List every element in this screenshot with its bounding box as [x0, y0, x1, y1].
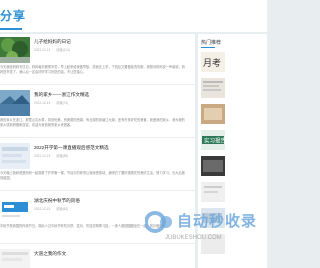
- post-date: 2022-12-13: [34, 101, 51, 105]
- sidebar-thumbnail[interactable]: [201, 182, 225, 202]
- sidebar-item[interactable]: [201, 156, 265, 178]
- post-views: 阅读(62): [56, 207, 69, 211]
- sidebar-item-text[interactable]: [228, 54, 264, 70]
- post-meta: 2022-12-13 阅读(85): [34, 153, 73, 158]
- divider: [0, 190, 195, 191]
- post-title[interactable]: 我的家乡——浙江作文精选: [34, 92, 89, 98]
- post-views: 阅读(114): [56, 48, 70, 52]
- post-thumbnail[interactable]: [0, 249, 30, 268]
- sidebar-item-text[interactable]: [228, 184, 264, 200]
- divider: [0, 137, 195, 138]
- post-thumbnail[interactable]: [0, 90, 30, 116]
- sidebar-item[interactable]: 实习报告: [201, 130, 265, 152]
- post-excerpt: 我的家乡在浙江，那里山清水秀，风景优美，有美丽的西湖，有壮观的钱塘江大潮，还有许…: [0, 118, 185, 127]
- post-excerpt: 今天晚上我和爸爸妈妈一起观看了开学第一课，节目中的故事让我深受感动，我明白了要珍…: [0, 171, 185, 180]
- section-title-underline: [0, 28, 22, 30]
- post-meta: 2022-12-13 阅读(62): [34, 206, 73, 211]
- sidebar-thumbnail[interactable]: 实习报告: [201, 130, 225, 150]
- sidebar-thumbnail[interactable]: [201, 104, 225, 124]
- sidebar-heading: 热门推荐: [201, 40, 222, 46]
- post-thumbnail[interactable]: [0, 37, 30, 63]
- post-meta: 2022-12-13 阅读(114): [34, 47, 75, 52]
- sidebar-thumbnail[interactable]: 月考: [201, 52, 225, 72]
- svg-text:月考: 月考: [203, 58, 221, 69]
- sidebar-item[interactable]: [201, 104, 265, 126]
- sidebar-item[interactable]: [201, 78, 265, 100]
- post-thumbnail[interactable]: [0, 143, 30, 169]
- post-excerpt: 今天我给妈妈写日记，妈妈每天都很辛苦，早上起来给我做早饭，送我去上学，下班后又要…: [0, 65, 185, 74]
- svg-text:实习报告: 实习报告: [204, 137, 225, 145]
- watermark-name: 自动秒收录: [177, 213, 258, 230]
- watermark: 自动秒收录 JUBUKESHOU.COM: [145, 208, 258, 248]
- sidebar-item-text[interactable]: [228, 132, 264, 148]
- sidebar-item-text[interactable]: [228, 158, 264, 174]
- watermark-logo-icon: [145, 211, 172, 233]
- page-header: 分享: [0, 0, 267, 32]
- post-date: 2022-12-13: [34, 48, 51, 52]
- sidebar-thumbnail[interactable]: [201, 156, 225, 176]
- post-views: 阅读(85): [56, 154, 69, 158]
- sidebar-item[interactable]: [201, 182, 265, 204]
- sidebar-item[interactable]: 月考: [201, 52, 265, 74]
- post-views: 阅读(74): [56, 101, 69, 105]
- post-thumbnail[interactable]: [0, 196, 30, 222]
- section-title: 分享: [0, 9, 27, 23]
- post-date: 2022-12-13: [34, 207, 51, 211]
- sidebar-item-text[interactable]: [228, 106, 264, 122]
- watermark-sub: JUBUKESHOU.COM: [165, 235, 222, 241]
- post-date: 2022-12-13: [34, 154, 51, 158]
- sidebar-thumbnail[interactable]: [201, 78, 225, 98]
- post-title[interactable]: 湖北庆祝中秋节的风俗: [34, 198, 80, 204]
- post-title[interactable]: 大道之我的作文: [34, 251, 66, 257]
- sidebar-item-text[interactable]: [228, 80, 264, 96]
- divider: [0, 84, 195, 85]
- post-title[interactable]: 儿子给妈妈的日记: [34, 39, 71, 45]
- sidebar-heading-underline: [201, 47, 215, 48]
- post-title[interactable]: 2022开学第一课直播观后感范文精选: [34, 145, 109, 151]
- post-meta: 2022-12-13 阅读(74): [34, 100, 73, 105]
